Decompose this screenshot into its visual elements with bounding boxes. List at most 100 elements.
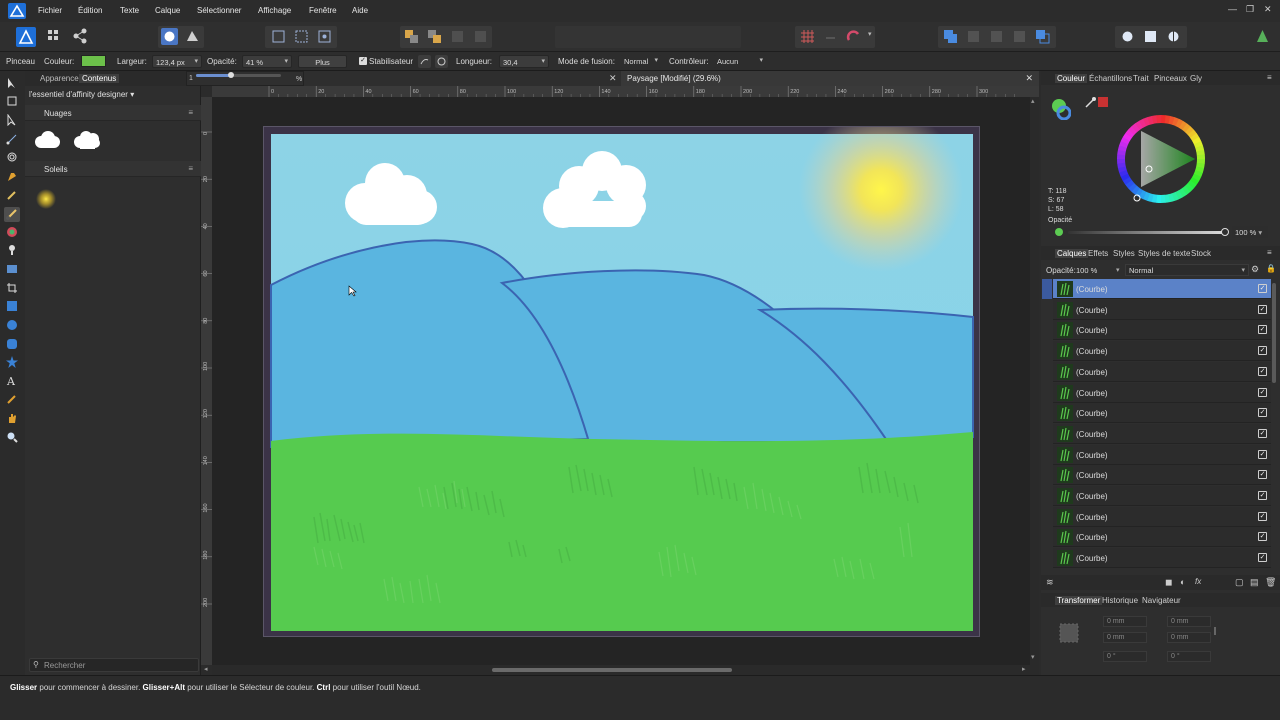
pencil-tool-icon[interactable] — [6, 189, 18, 201]
layer-row[interactable]: (Courbe) ✓ — [1053, 506, 1271, 527]
assets-category-select[interactable]: l'essentiel d'affinity designer ▾ — [29, 90, 134, 99]
layer-visibility-checkbox[interactable]: ✓ — [1258, 408, 1267, 418]
transform-rotation-field[interactable]: 0 ° — [1103, 651, 1147, 662]
tab-couleur[interactable]: Couleur — [1055, 74, 1088, 83]
mask-icon[interactable]: ◼ — [1165, 577, 1172, 588]
menu-texte[interactable]: Texte — [120, 6, 139, 15]
text-tool-icon[interactable]: A — [6, 375, 18, 388]
layer-visibility-checkbox[interactable]: ✓ — [1258, 553, 1267, 563]
menu-fenetre[interactable]: Fenêtre — [309, 6, 337, 15]
close-left-tab-icon[interactable]: ✕ — [609, 73, 617, 84]
layer-row[interactable]: (Courbe) ✓ — [1053, 361, 1271, 382]
layer-visibility-checkbox[interactable]: ✓ — [1258, 366, 1267, 376]
color-opacity-field[interactable]: 100 % ▾ — [1232, 226, 1268, 238]
layer-visibility-checkbox[interactable]: ✓ — [1258, 532, 1267, 542]
boolean-subtract-icon[interactable] — [965, 28, 982, 45]
assistant-icon[interactable] — [161, 28, 178, 45]
transform-x-field[interactable]: 0 mm — [1103, 616, 1147, 627]
crop-tool-icon[interactable] — [6, 282, 18, 294]
menu-affichage[interactable]: Affichage — [258, 6, 291, 15]
trash-icon[interactable]: 🗑 — [1265, 577, 1276, 588]
insert-behind-icon[interactable] — [1119, 28, 1136, 45]
contour-tool-icon[interactable] — [6, 151, 18, 163]
scroll-up-icon[interactable]: ▴ — [1031, 97, 1035, 105]
account-icon[interactable] — [1254, 28, 1271, 45]
panel-menu-icon[interactable]: ≡ — [1267, 73, 1272, 82]
section-soleils[interactable]: Soleils ≡ — [25, 161, 201, 177]
layers-scroll-thumb[interactable] — [1272, 283, 1276, 383]
color-swatch[interactable] — [81, 55, 106, 67]
designer-persona-icon[interactable] — [16, 27, 36, 47]
color-opacity-slider[interactable] — [1068, 231, 1225, 234]
layer-visibility-checkbox[interactable]: ✓ — [1258, 470, 1267, 480]
distribute-icon[interactable] — [293, 28, 310, 45]
transform-icon[interactable] — [316, 28, 333, 45]
controller-select[interactable]: Aucun — [714, 55, 766, 68]
tab-apparence[interactable]: Apparence — [40, 74, 79, 83]
layer-blend-select[interactable]: Normal ▾ — [1125, 264, 1249, 276]
rectangle-tool-icon[interactable] — [6, 300, 18, 312]
close-window-button[interactable]: ✕ — [1264, 4, 1272, 15]
align-icon[interactable] — [270, 28, 287, 45]
minimize-button[interactable]: — — [1228, 4, 1237, 14]
sun-asset[interactable] — [35, 188, 57, 210]
layer-visibility-checkbox[interactable]: ✓ — [1258, 491, 1267, 500]
color-wheel[interactable] — [1111, 109, 1211, 209]
layers-stack-icon[interactable]: ≋ — [1046, 577, 1054, 588]
gear-icon[interactable]: ⚙ — [1251, 264, 1259, 275]
tab-navigateur[interactable]: Navigateur — [1142, 596, 1181, 605]
rope-mode-icon[interactable] — [418, 55, 431, 68]
layer-row[interactable]: (Courbe) ✓ — [1053, 403, 1271, 424]
layer-visibility-checkbox[interactable]: ✓ — [1258, 511, 1267, 521]
assets-search-input[interactable]: ⚲ Rechercher — [29, 658, 199, 672]
ellipse-tool-icon[interactable] — [6, 319, 18, 331]
point-transform-tool-icon[interactable] — [6, 133, 18, 145]
width-field[interactable]: 123,4 px — [152, 55, 202, 68]
add-layer-icon[interactable]: ▢ — [1235, 577, 1244, 588]
layer-row[interactable]: (Courbe) ✓ — [1053, 486, 1271, 506]
insert-inside-icon[interactable] — [1165, 28, 1182, 45]
link-icon[interactable] — [1214, 627, 1216, 635]
artboard[interactable] — [263, 126, 980, 637]
boolean-divide-icon[interactable] — [1034, 28, 1051, 45]
section-menu-icon[interactable]: ≡ — [188, 164, 193, 173]
scroll-right-icon[interactable]: ▸ — [1022, 665, 1026, 673]
horizontal-scrollbar[interactable]: ◂ ▸ — [204, 665, 1039, 675]
artboard-tool-icon[interactable] — [6, 95, 18, 107]
zoom-tool-icon[interactable] — [6, 431, 18, 443]
chevron-down-icon[interactable]: ▾ — [1116, 266, 1120, 274]
layer-row[interactable]: (Courbe) ✓ — [1053, 444, 1271, 465]
fill-tool-icon[interactable] — [6, 226, 18, 238]
scroll-down-icon[interactable]: ▾ — [1031, 653, 1035, 661]
layer-row[interactable]: (Courbe) ✓ — [1053, 465, 1271, 486]
layer-row[interactable]: (Courbe) ✓ — [1053, 382, 1271, 403]
tab-contenus[interactable]: Contenus — [79, 74, 120, 83]
layer-visibility-checkbox[interactable]: ✓ — [1258, 325, 1267, 335]
tab-transformer[interactable]: Transformer — [1055, 596, 1103, 605]
scroll-left-icon[interactable]: ◂ — [204, 665, 208, 673]
tab-calques[interactable]: Calques — [1055, 249, 1089, 258]
layer-row[interactable]: (Courbe) ✓ — [1053, 548, 1271, 569]
tab-styles[interactable]: Styles — [1113, 249, 1135, 258]
move-back-icon[interactable] — [403, 28, 420, 45]
transform-y-field[interactable]: 0 mm — [1103, 632, 1147, 643]
length-field[interactable]: 30,4 — [499, 55, 549, 68]
stabilizer-checkbox[interactable]: ✓ — [359, 57, 367, 65]
snap-magnet-icon[interactable] — [822, 28, 839, 45]
star-tool-icon[interactable] — [6, 356, 18, 368]
opacity-slider-handle[interactable] — [227, 72, 234, 78]
tab-stock[interactable]: Stock — [1191, 249, 1211, 258]
menu-edition[interactable]: Édition — [78, 6, 102, 15]
move-to-back-icon[interactable] — [472, 28, 489, 45]
layer-row[interactable]: (Courbe) ✓ — [1053, 299, 1271, 320]
anchor-selector-icon[interactable] — [1057, 621, 1081, 645]
more-button[interactable]: Plus — [298, 55, 347, 68]
pixel-persona-icon[interactable] — [46, 28, 63, 45]
transform-width-field[interactable]: 0 mm — [1167, 616, 1211, 627]
place-image-tool-icon[interactable] — [6, 263, 18, 275]
adjustment-icon[interactable]: ◐ — [1180, 577, 1185, 587]
tab-gly[interactable]: Gly — [1190, 74, 1202, 83]
layer-visibility-checkbox[interactable]: ✓ — [1258, 346, 1267, 356]
layer-row[interactable]: (Courbe) ✓ — [1053, 341, 1271, 362]
layer-row[interactable]: (Courbe) ✓ — [1053, 279, 1271, 299]
